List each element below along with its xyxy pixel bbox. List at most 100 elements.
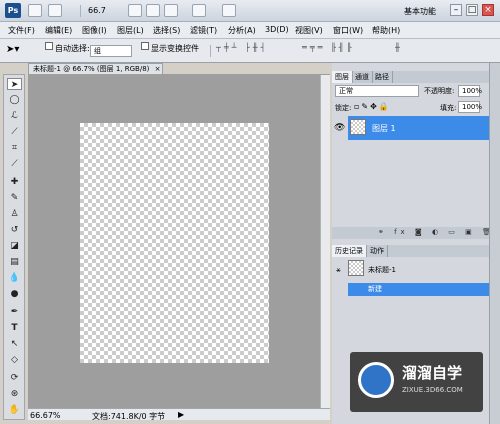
screen-mode-icon[interactable] [222,4,236,17]
close-button[interactable]: × [482,4,494,16]
tab-actions[interactable]: 动作 [367,245,388,257]
show-transform-label: 显示变换控件 [151,44,199,53]
tab-paths[interactable]: 路径 [372,71,393,83]
menu-window[interactable]: 窗口(W) [333,25,363,36]
3d-orbit-icon[interactable]: ⊛ [7,388,22,400]
hand-tool-icon[interactable] [128,4,142,17]
3d-rotate-icon[interactable]: ⟳ [7,372,22,384]
opacity-value: 100% [462,87,483,95]
quick-select-tool-icon[interactable]: ⟋ [7,126,22,138]
tab-channels[interactable]: 通道 [352,71,373,83]
fill-value: 100% [462,103,483,111]
layer-action-icons[interactable]: ⚭ fx ◙ ◐ ▭ ▣ 🗑 [378,228,495,236]
align-icons[interactable]: ┬╪┴ ├╫┤ [216,43,268,52]
distribute-icons[interactable]: ═╤═ ╟╢╟ [302,43,354,52]
menu-view[interactable]: 视图(V) [295,25,323,36]
menu-file[interactable]: 文件(F) [8,25,35,36]
move-tool-preset-icon[interactable]: ➤▾ [6,44,19,55]
brush-tool-icon[interactable]: ✎ [7,192,22,204]
rotate-view-icon[interactable] [164,4,178,17]
zoom-tool-icon[interactable] [146,4,160,17]
layers-panel-tabs: 图层 通道 路径 [332,71,492,83]
hand-icon[interactable]: ✋ [7,404,22,416]
blur-tool-icon[interactable]: 💧 [7,272,22,284]
restore-button[interactable]: □ [466,4,478,16]
collapsed-panels-strip[interactable] [489,63,500,424]
auto-select-label: 自动选择: [55,44,90,53]
view-extras-icon[interactable] [48,4,62,17]
tab-layers[interactable]: 图层 [332,71,353,83]
document-tab-title: 未标题-1 @ 66.7% (图层 1, RGB/8) [33,65,150,73]
path-select-icon[interactable]: ↖ [7,338,22,350]
fill-input[interactable]: 100% [458,101,483,113]
status-menu-arrow-icon[interactable]: ▶ [178,410,184,419]
zoom-status[interactable]: 66.67% [30,411,61,420]
layers-footer: ⚭ fx ◙ ◐ ▭ ▣ 🗑 [332,227,492,239]
auto-select-dropdown[interactable]: 组 [90,45,132,57]
watermark-logo-icon [358,362,394,398]
shape-tool-icon[interactable]: ◇ [7,354,22,366]
lock-icons[interactable]: ▫✎✥🔒 [354,102,391,111]
menu-bar: 文件(F) 编辑(E) 图像(I) 图层(L) 选择(S) 滤镜(T) 分析(A… [0,22,500,39]
minimize-button[interactable]: – [450,4,462,16]
blend-mode-value: 正常 [339,87,353,95]
menu-3d[interactable]: 3D(D) [265,25,289,34]
dodge-tool-icon[interactable]: ● [7,288,22,300]
layer-name[interactable]: 图层 1 [372,123,396,134]
eyedropper-tool-icon[interactable]: ⟋ [7,158,22,170]
pen-tool-icon[interactable]: ✒ [7,306,22,318]
history-snapshot-thumbnail [348,260,364,276]
auto-select-value: 组 [94,47,101,55]
photoshop-logo: Ps [5,3,21,18]
blend-mode-select[interactable]: 正常 [335,85,419,97]
opacity-input[interactable]: 100% [458,85,483,97]
menu-filter[interactable]: 滤镜(T) [190,25,217,36]
bridge-icon[interactable] [28,4,42,17]
layer-row[interactable]: 图层 1 [348,116,492,140]
type-tool-icon[interactable]: T [7,322,22,334]
watermark: 溜溜自学 ZIXUE.3D66.COM [350,352,483,412]
menu-layer[interactable]: 图层(L) [117,25,144,36]
document-close-icon[interactable]: × [155,65,161,73]
vertical-scrollbar[interactable] [320,75,330,408]
workspace-switcher[interactable]: 基本功能 [404,6,436,17]
menu-help[interactable]: 帮助(H) [372,25,400,36]
lasso-tool-icon[interactable]: ℒ [7,110,22,122]
marquee-tool-icon[interactable]: ◯ [7,94,22,106]
healing-brush-icon[interactable]: ✚ [7,176,22,188]
history-snapshot[interactable]: 未标题-1 [368,265,396,275]
show-transform-checkbox[interactable] [141,42,149,50]
fill-label: 填充: [440,104,457,112]
separator [210,45,211,57]
move-tool-icon[interactable]: ➤ [7,78,22,90]
auto-select-checkbox[interactable] [45,42,53,50]
crop-tool-icon[interactable]: ⌗ [7,142,22,154]
auto-align-icon[interactable]: ╫ [395,43,400,52]
document-info: 文档:741.8K/0 字节 [92,412,166,421]
layer-thumbnail [350,119,366,135]
watermark-title: 溜溜自学 [402,364,463,382]
watermark-subtitle: ZIXUE.3D66.COM [402,386,463,394]
menu-image[interactable]: 图像(I) [82,25,107,36]
toolbox: ➤ ◯ ℒ ⟋ ⌗ ⟋ ✚ ✎ ♙ ↺ ◪ ▤ 💧 ● ✒ T ↖ ◇ ⟳ ⊛ … [3,74,25,420]
history-item[interactable]: 新建 [348,283,492,296]
gradient-tool-icon[interactable]: ▤ [7,256,22,268]
separator [80,5,81,17]
menu-analysis[interactable]: 分析(A) [228,25,256,36]
application-bar: Ps 66.7 基本功能 – □ × [0,0,500,22]
tab-history[interactable]: 历史记录 [332,245,367,257]
eraser-tool-icon[interactable]: ◪ [7,240,22,252]
history-item-label: 新建 [368,285,382,293]
menu-edit[interactable]: 编辑(E) [45,25,72,36]
history-brush-icon[interactable]: ↺ [7,224,22,236]
document-canvas[interactable] [80,123,269,363]
history-brush-source-icon[interactable]: ⚹ [336,265,341,275]
menu-select[interactable]: 选择(S) [153,25,180,36]
zoom-level[interactable]: 66.7 [88,6,106,15]
history-panel-tabs: 历史记录 动作 [332,245,492,257]
opacity-label: 不透明度: [424,87,455,95]
lock-label: 锁定: [335,104,352,112]
clone-stamp-icon[interactable]: ♙ [7,208,22,220]
arrange-documents-icon[interactable] [192,4,206,17]
visibility-eye-icon[interactable]: 👁 [334,123,345,133]
